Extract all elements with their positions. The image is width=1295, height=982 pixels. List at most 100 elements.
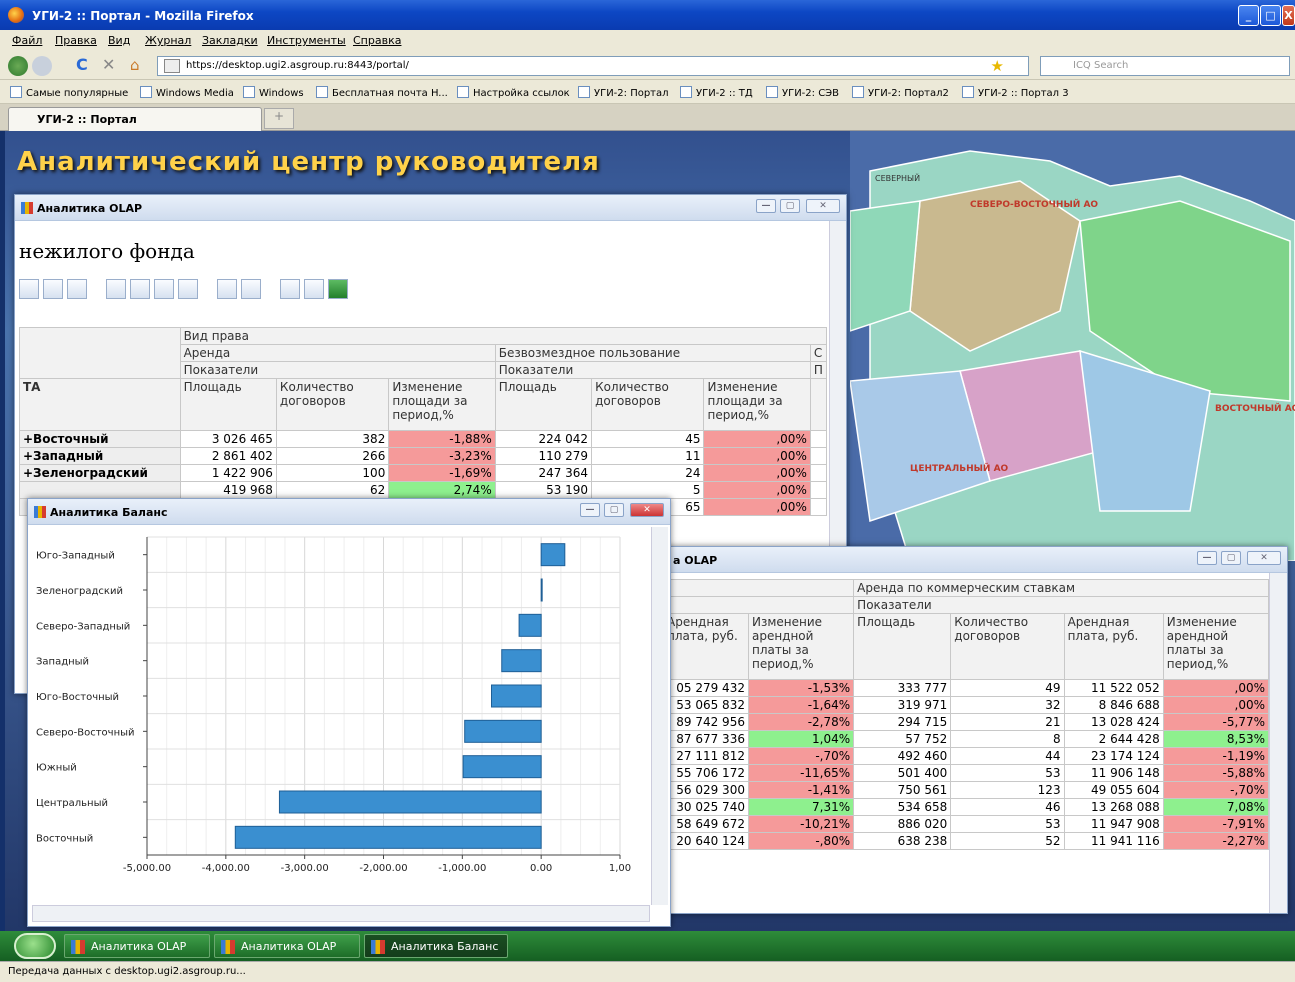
- menu-help[interactable]: Справка: [353, 34, 401, 47]
- bookmark-item[interactable]: УГИ-2 :: ТД: [680, 86, 753, 99]
- row-label[interactable]: +Зеленоградский: [19, 464, 181, 482]
- bookmark-item[interactable]: Настройка ссылок: [457, 86, 570, 99]
- chart2-icon[interactable]: [241, 279, 261, 299]
- minimize-icon[interactable]: —: [580, 503, 600, 517]
- col-header[interactable]: Количество договоров: [950, 613, 1065, 680]
- expand-icon[interactable]: [130, 279, 150, 299]
- table-row[interactable]: +Восточный 3 026 465 382 -1,88% 224 042 …: [19, 430, 828, 448]
- restore-icon[interactable]: ▢: [1221, 551, 1241, 565]
- start-button[interactable]: [14, 933, 56, 959]
- col-header[interactable]: Арендная плата, руб.: [1063, 613, 1164, 680]
- row-label[interactable]: [19, 481, 181, 499]
- excel-icon[interactable]: [328, 279, 348, 299]
- table-row[interactable]: +Западный 2 861 402 266 -3,23% 110 279 1…: [19, 447, 828, 465]
- taskbar-item-active[interactable]: Аналитика Баланс: [364, 934, 508, 958]
- restore-icon[interactable]: ▢: [604, 503, 624, 517]
- menu-view[interactable]: Вид: [108, 34, 130, 47]
- sort-icon[interactable]: [154, 279, 174, 299]
- collapse-icon[interactable]: [106, 279, 126, 299]
- menu-edit[interactable]: Правка: [55, 34, 97, 47]
- moscow-map[interactable]: СЕВЕРО-ВОСТОЧНЫЙ АО ВОСТОЧНЫЙ АО ЦЕНТРАЛ…: [850, 131, 1295, 561]
- star-icon[interactable]: ★: [991, 57, 1004, 75]
- bookmark-item[interactable]: Windows Media: [140, 86, 234, 99]
- drill-icon[interactable]: [178, 279, 198, 299]
- restore-icon[interactable]: ▢: [780, 199, 800, 213]
- col-header[interactable]: Площадь: [853, 613, 952, 680]
- new-tab-button[interactable]: +: [264, 108, 294, 129]
- minimize-icon[interactable]: —: [1197, 551, 1217, 565]
- olap2-header[interactable]: а OLAP — ▢ ✕: [663, 547, 1287, 573]
- table-row[interactable]: 55 706 172 -11,65% 501 400 53 11 906 148 -5,8…: [663, 764, 1270, 782]
- col-header[interactable]: Площадь: [179, 378, 277, 431]
- close-icon[interactable]: ✕: [630, 503, 664, 517]
- table-row[interactable]: 53 065 832 -1,64% 319 971 32 8 846 688,00%: [663, 696, 1270, 714]
- balance-vscroll[interactable]: [651, 527, 668, 905]
- bar: [234, 825, 542, 849]
- bookmark-item[interactable]: УГИ-2 :: Портал 3: [962, 86, 1069, 99]
- close-button[interactable]: X: [1282, 5, 1295, 26]
- minimize-button[interactable]: _: [1238, 5, 1259, 26]
- close-icon[interactable]: ✕: [1247, 551, 1281, 565]
- reload-icon[interactable]: C: [76, 56, 96, 76]
- balance-hscroll[interactable]: [32, 905, 650, 922]
- chart-icon[interactable]: [217, 279, 237, 299]
- bookmark-item[interactable]: УГИ-2: Портал: [578, 86, 669, 99]
- search-input[interactable]: ICQ Search: [1040, 56, 1290, 76]
- olap2-scrollbar[interactable]: [1269, 573, 1287, 913]
- col-header[interactable]: Арендная плата, руб.: [663, 613, 749, 680]
- col-header[interactable]: Изменение площади за период,%: [388, 378, 496, 431]
- col-header[interactable]: Изменение арендной платы за период,%: [1162, 613, 1270, 680]
- print-icon[interactable]: [280, 279, 300, 299]
- bookmark-item[interactable]: Бесплатная почта H...: [316, 86, 448, 99]
- taskbar: Аналитика OLAP Аналитика OLAP Аналитика …: [0, 931, 1295, 961]
- table-row[interactable]: 27 111 812 -,70% 492 460 44 23 174 124 -1,19%: [663, 747, 1270, 765]
- table-row[interactable]: 89 742 956 -2,78% 294 715 21 13 028 424 -5,77…: [663, 713, 1270, 731]
- row-label[interactable]: +Восточный: [19, 430, 181, 448]
- olap-window-2[interactable]: а OLAP — ▢ ✕ Аренда по коммерческим став…: [662, 546, 1288, 914]
- maximize-button[interactable]: □: [1260, 5, 1281, 26]
- cell: 32: [950, 696, 1065, 714]
- table-row[interactable]: 20 640 124 -,80% 638 238 52 11 941 116 -2,27%: [663, 832, 1270, 850]
- balance-window[interactable]: Аналитика Баланс — ▢ ✕ Юго-Западный Зелен…: [27, 498, 671, 927]
- grid-icon[interactable]: [43, 279, 63, 299]
- close-icon[interactable]: ✕: [806, 199, 840, 213]
- minimize-icon[interactable]: —: [756, 199, 776, 213]
- home-icon[interactable]: ⌂: [130, 56, 150, 76]
- print-preview-icon[interactable]: [304, 279, 324, 299]
- bookmark-item[interactable]: Самые популярные: [10, 86, 128, 99]
- table-row[interactable]: 419 968 62 2,74% 53 190 5 ,00%: [19, 481, 828, 499]
- menu-tools[interactable]: Инструменты: [267, 34, 346, 47]
- col-header[interactable]: Площадь: [494, 378, 593, 431]
- taskbar-item[interactable]: Аналитика OLAP: [64, 934, 210, 958]
- table-row[interactable]: +Зеленоградский 1 422 906 100 -1,69% 247…: [19, 464, 828, 482]
- menu-file[interactable]: Файл: [12, 34, 42, 47]
- table-row[interactable]: 30 025 740 7,31% 534 658 46 13 268 088 7,08%: [663, 798, 1270, 816]
- olap1-header[interactable]: Аналитика OLAP — ▢ ✕: [15, 195, 846, 221]
- cell: -1,69%: [388, 464, 496, 482]
- balance-header[interactable]: Аналитика Баланс — ▢ ✕: [28, 499, 670, 525]
- swap-icon[interactable]: [67, 279, 87, 299]
- table-row[interactable]: 56 029 300 -1,41% 750 561 123 49 055 604 -,70…: [663, 781, 1270, 799]
- col-header[interactable]: Количество договоров: [275, 378, 390, 431]
- col-header[interactable]: Изменение арендной платы за период,%: [747, 613, 855, 680]
- taskbar-item[interactable]: Аналитика OLAP: [214, 934, 360, 958]
- bookmark-item[interactable]: Windows: [243, 86, 304, 99]
- row-label[interactable]: +Западный: [19, 447, 181, 465]
- menu-bookmarks[interactable]: Закладки: [202, 34, 258, 47]
- back-button[interactable]: [8, 56, 28, 76]
- forward-button[interactable]: [32, 56, 52, 76]
- col-header[interactable]: Изменение площади за период,%: [703, 378, 811, 431]
- table-row[interactable]: 58 649 672 -10,21% 886 020 53 11 947 908 -7,9…: [663, 815, 1270, 833]
- col-header[interactable]: Количество договоров: [591, 378, 705, 431]
- bookmark-item[interactable]: УГИ-2: Портал2: [852, 86, 949, 99]
- menu-history[interactable]: Журнал: [145, 34, 191, 47]
- cell: 247 364: [494, 464, 593, 482]
- url-field[interactable]: https://desktop.ugi2.asgroup.ru:8443/por…: [157, 56, 1029, 76]
- table-row[interactable]: 05 279 432 -1,53% 333 777 49 11 522 052,00%: [663, 679, 1270, 697]
- cell: 87 677 336: [663, 730, 749, 748]
- stop-icon[interactable]: ✕: [102, 56, 122, 76]
- table-row[interactable]: 87 677 336 1,04% 57 752 8 2 644 428 8,53%: [663, 730, 1270, 748]
- bookmark-item[interactable]: УГИ-2: СЭВ: [766, 86, 839, 99]
- tab-portal[interactable]: УГИ-2 :: Портал: [8, 107, 262, 131]
- table-view-icon[interactable]: [19, 279, 39, 299]
